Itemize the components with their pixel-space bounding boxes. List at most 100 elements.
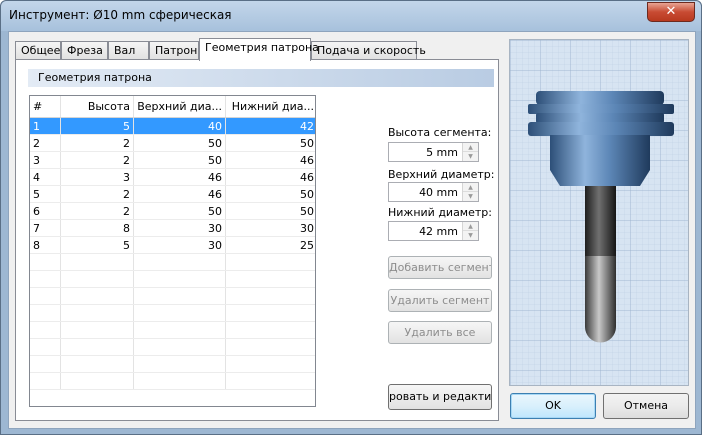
tab-holder-geometry[interactable]: Геометрия патрона xyxy=(199,38,319,61)
table-row[interactable]: 1 5 40 42 xyxy=(30,118,315,135)
empty-table-cell xyxy=(61,305,134,321)
segment-height-value: 5 mm xyxy=(426,146,458,159)
table-cell[interactable]: 50 xyxy=(134,152,226,168)
bottom-diameter-value: 42 mm xyxy=(419,225,458,238)
segments-table[interactable]: # Высота Верхний диа... Нижний диа... 15… xyxy=(29,95,316,407)
table-cell[interactable]: 5 xyxy=(61,118,134,134)
top-diameter-stepper[interactable]: 40 mm ▲ ▼ xyxy=(388,182,479,202)
empty-table-row xyxy=(30,271,315,288)
table-cell[interactable]: 40 xyxy=(134,118,226,134)
close-button[interactable]: ✕ xyxy=(647,2,695,22)
empty-table-cell xyxy=(30,373,61,389)
table-cell[interactable]: 46 xyxy=(134,169,226,185)
section-header: Геометрия патрона xyxy=(28,69,494,87)
table-row[interactable]: 5 2 46 50 xyxy=(30,186,315,203)
table-cell[interactable]: 46 xyxy=(226,169,315,185)
table-cell[interactable]: 3 xyxy=(30,152,61,168)
tab-general[interactable]: Общее xyxy=(15,41,61,60)
empty-table-cell xyxy=(30,288,61,304)
table-row[interactable]: 6 2 50 50 xyxy=(30,203,315,220)
segment-height-stepper[interactable]: 5 mm ▲ ▼ xyxy=(388,142,479,162)
empty-table-cell xyxy=(30,254,61,270)
chevron-down-icon[interactable]: ▼ xyxy=(463,152,478,161)
empty-table-cell xyxy=(30,356,61,372)
table-cell[interactable]: 7 xyxy=(30,220,61,236)
delete-all-button[interactable]: Удалить все xyxy=(388,321,492,344)
table-cell[interactable]: 46 xyxy=(226,152,315,168)
top-diameter-value: 40 mm xyxy=(419,186,458,199)
table-cell[interactable]: 50 xyxy=(226,135,315,151)
empty-table-cell xyxy=(30,322,61,338)
table-cell[interactable]: 30 xyxy=(134,220,226,236)
empty-table-cell xyxy=(226,271,315,287)
table-cell[interactable]: 50 xyxy=(226,186,315,202)
table-cell[interactable]: 2 xyxy=(30,135,61,151)
table-cell[interactable]: 2 xyxy=(61,152,134,168)
tab-cutter[interactable]: Фреза xyxy=(61,41,108,60)
table-row[interactable]: 4 3 46 46 xyxy=(30,169,315,186)
bottom-diameter-label: Нижний диаметр: xyxy=(388,206,492,219)
table-row[interactable]: 8 5 30 25 xyxy=(30,237,315,254)
column-header-bottom-diameter[interactable]: Нижний диа... xyxy=(226,96,315,117)
column-header-top-diameter[interactable]: Верхний диа... xyxy=(134,96,226,117)
segment-height-label: Высота сегмента: xyxy=(388,126,492,139)
empty-table-cell xyxy=(134,288,226,304)
segment-height-spin-buttons: ▲ ▼ xyxy=(462,143,478,161)
empty-table-cell xyxy=(61,356,134,372)
empty-table-cell xyxy=(226,254,315,270)
table-row[interactable]: 3 2 50 46 xyxy=(30,152,315,169)
chevron-down-icon[interactable]: ▼ xyxy=(463,231,478,240)
table-cell[interactable]: 4 xyxy=(30,169,61,185)
table-cell[interactable]: 2 xyxy=(61,135,134,151)
table-cell[interactable]: 5 xyxy=(30,186,61,202)
table-cell[interactable]: 8 xyxy=(61,220,134,236)
table-body: 1 5 40 42 2 2 50 50 3 2 50 46 4 3 46 46 5 2 46 50 6 2 50 50 7 8 30… xyxy=(30,118,315,390)
table-cell[interactable]: 2 xyxy=(61,186,134,202)
table-cell[interactable]: 25 xyxy=(226,237,315,253)
close-icon: ✕ xyxy=(665,4,677,19)
table-cell[interactable]: 1 xyxy=(30,118,61,134)
holder-flange-lower xyxy=(528,122,674,136)
add-segment-button[interactable]: Добавить сегмент xyxy=(388,256,492,279)
table-cell[interactable]: 50 xyxy=(134,203,226,219)
table-cell[interactable]: 30 xyxy=(134,237,226,253)
empty-table-cell xyxy=(134,322,226,338)
empty-table-cell xyxy=(61,254,134,270)
table-cell[interactable]: 8 xyxy=(30,237,61,253)
table-cell[interactable]: 5 xyxy=(61,237,134,253)
chevron-up-icon[interactable]: ▲ xyxy=(463,143,478,152)
empty-table-cell xyxy=(226,373,315,389)
ok-button[interactable]: OK xyxy=(510,393,596,419)
empty-table-row xyxy=(30,356,315,373)
tab-holder[interactable]: Патрон xyxy=(149,41,199,60)
table-cell[interactable]: 2 xyxy=(61,203,134,219)
tab-shaft[interactable]: Вал xyxy=(108,41,149,60)
table-cell[interactable]: 50 xyxy=(226,203,315,219)
delete-segment-button[interactable]: Удалить сегмент xyxy=(388,289,492,312)
dialog-client: Общее Фреза Вал Патрон Геометрия патрона… xyxy=(8,31,696,429)
table-cell[interactable]: 30 xyxy=(226,220,315,236)
cancel-button[interactable]: Отмена xyxy=(603,393,689,419)
column-header-index[interactable]: # xyxy=(30,96,61,117)
table-cell[interactable]: 50 xyxy=(134,135,226,151)
tool-preview xyxy=(509,39,689,386)
tab-feed-and-speed[interactable]: Подача и скорость xyxy=(311,41,426,60)
bottom-diameter-stepper[interactable]: 42 mm ▲ ▼ xyxy=(388,221,479,241)
chevron-up-icon[interactable]: ▲ xyxy=(463,222,478,231)
table-cell[interactable]: 6 xyxy=(30,203,61,219)
table-row[interactable]: 7 8 30 30 xyxy=(30,220,315,237)
title-bar[interactable]: Инструмент: Ø10 mm сферическая ✕ xyxy=(1,1,701,31)
ball-cutter xyxy=(585,256,616,343)
table-row[interactable]: 2 2 50 50 xyxy=(30,135,315,152)
empty-table-cell xyxy=(226,288,315,304)
table-cell[interactable]: 42 xyxy=(226,118,315,134)
column-header-height[interactable]: Высота xyxy=(61,96,134,117)
chevron-down-icon[interactable]: ▼ xyxy=(463,192,478,201)
empty-table-cell xyxy=(61,339,134,355)
table-cell[interactable]: 46 xyxy=(134,186,226,202)
empty-table-cell xyxy=(30,305,61,321)
table-cell[interactable]: 3 xyxy=(61,169,134,185)
chevron-up-icon[interactable]: ▲ xyxy=(463,183,478,192)
holder-geometry-panel: Геометрия патрона # Высота Верхний диа..… xyxy=(15,59,499,421)
edit-button[interactable]: ровать и редактиро xyxy=(388,384,492,410)
